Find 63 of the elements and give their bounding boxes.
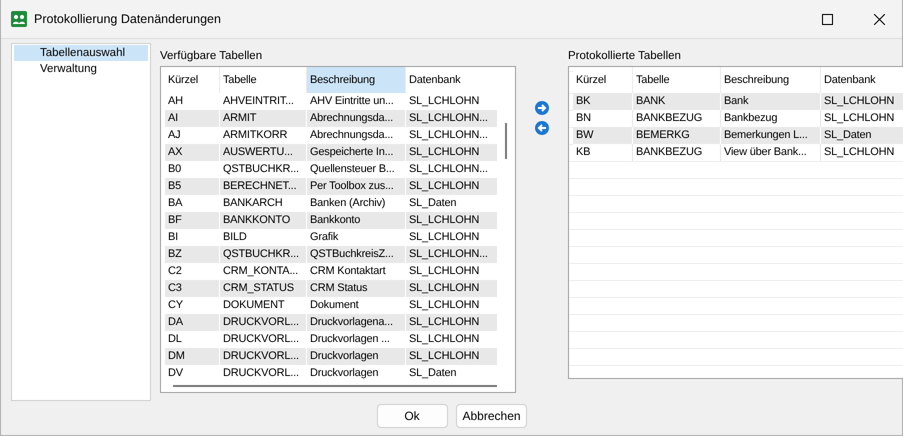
table-cell: DRUCKVORL... <box>220 314 307 331</box>
arrow-left-icon[interactable] <box>535 121 549 135</box>
table-cell: BANKKONTO <box>220 212 307 229</box>
table-cell: BANKBEZUG <box>633 110 721 127</box>
table-cell: ARMIT <box>220 110 307 127</box>
table-cell: Bank <box>721 93 821 110</box>
table-cell: QSTBUCHKR... <box>220 246 307 263</box>
table-cell: SL_LCHLOHN <box>406 314 497 331</box>
table-cell: DM <box>165 348 220 365</box>
table-cell: SL_LCHLOHN <box>406 280 497 297</box>
table-cell: SL_LCHLOHN <box>406 144 497 161</box>
table-cell: BERECHNET... <box>220 178 307 195</box>
table-cell: SL_LCHLOHN <box>406 212 497 229</box>
table-cell: SL_LCHLOHN <box>821 93 903 110</box>
close-icon <box>874 14 885 24</box>
table-cell: C3 <box>165 280 220 297</box>
table-cell: BW <box>573 127 633 144</box>
table-cell: Bankbezug <box>721 110 821 127</box>
table-cell: BZ <box>165 246 220 263</box>
table-cell: DV <box>165 365 220 380</box>
people-icon <box>11 11 27 27</box>
table-cell: Abrechnungsda... <box>307 110 406 127</box>
table-cell: B5 <box>165 178 220 195</box>
table-cell: DA <box>165 314 220 331</box>
table-cell: AX <box>165 144 220 161</box>
table-cell: SL_LCHLOHN <box>406 178 497 195</box>
table-cell: SL_LCHLOHN... <box>406 110 497 127</box>
table-cell: DRUCKVORL... <box>220 348 307 365</box>
table-cell: AUSWERTU... <box>220 144 307 161</box>
dialog-button[interactable]: Abbrechen <box>456 404 526 428</box>
table-cell: BEMERKG <box>633 127 721 144</box>
table-cell: Druckvorlagena... <box>307 314 406 331</box>
window-title: Protokollierung Datenänderungen <box>34 12 222 26</box>
column-header[interactable]: Kürzel <box>165 67 220 93</box>
sidebar-item[interactable]: Verwaltung <box>14 61 148 77</box>
table-cell: Bemerkungen L... <box>721 127 821 144</box>
table-cell: Bankkonto <box>307 212 406 229</box>
table-cell: Gespeicherte In... <box>307 144 406 161</box>
column-header[interactable]: Beschreibung <box>307 67 406 93</box>
table-cell: BF <box>165 212 220 229</box>
table-cell: CRM Status <box>307 280 406 297</box>
table-cell: Druckvorlagen <box>307 365 406 380</box>
dialog-button[interactable]: Ok <box>376 404 448 428</box>
arrow-right-icon[interactable] <box>535 101 549 115</box>
table-cell: SL_LCHLOHN... <box>406 246 497 263</box>
table-cell: BANK <box>633 93 721 110</box>
table-cell: DRUCKVORL... <box>220 365 307 380</box>
table-cell: Per Toolbox zus... <box>307 178 406 195</box>
table-cell: KB <box>573 144 633 161</box>
table-cell: View über Bank... <box>721 144 821 161</box>
group-title: Verfügbare Tabellen <box>160 49 264 63</box>
maximize-icon <box>822 14 833 24</box>
table-cell: SL_Daten <box>821 127 903 144</box>
table-cell: QSTBuchkreisZ... <box>307 246 406 263</box>
table-cell: CRM_STATUS <box>220 280 307 297</box>
sidebar-item[interactable]: Tabellenauswahl <box>14 45 148 61</box>
table-cell: BN <box>573 110 633 127</box>
table-cell: AI <box>165 110 220 127</box>
group-title: Protokollierte Tabellen <box>568 49 682 63</box>
table-cell: BK <box>573 93 633 110</box>
table-cell: BANKBEZUG <box>633 144 721 161</box>
table-cell: SL_LCHLOHN <box>406 348 497 365</box>
table-cell: Druckvorlagen <box>307 348 406 365</box>
